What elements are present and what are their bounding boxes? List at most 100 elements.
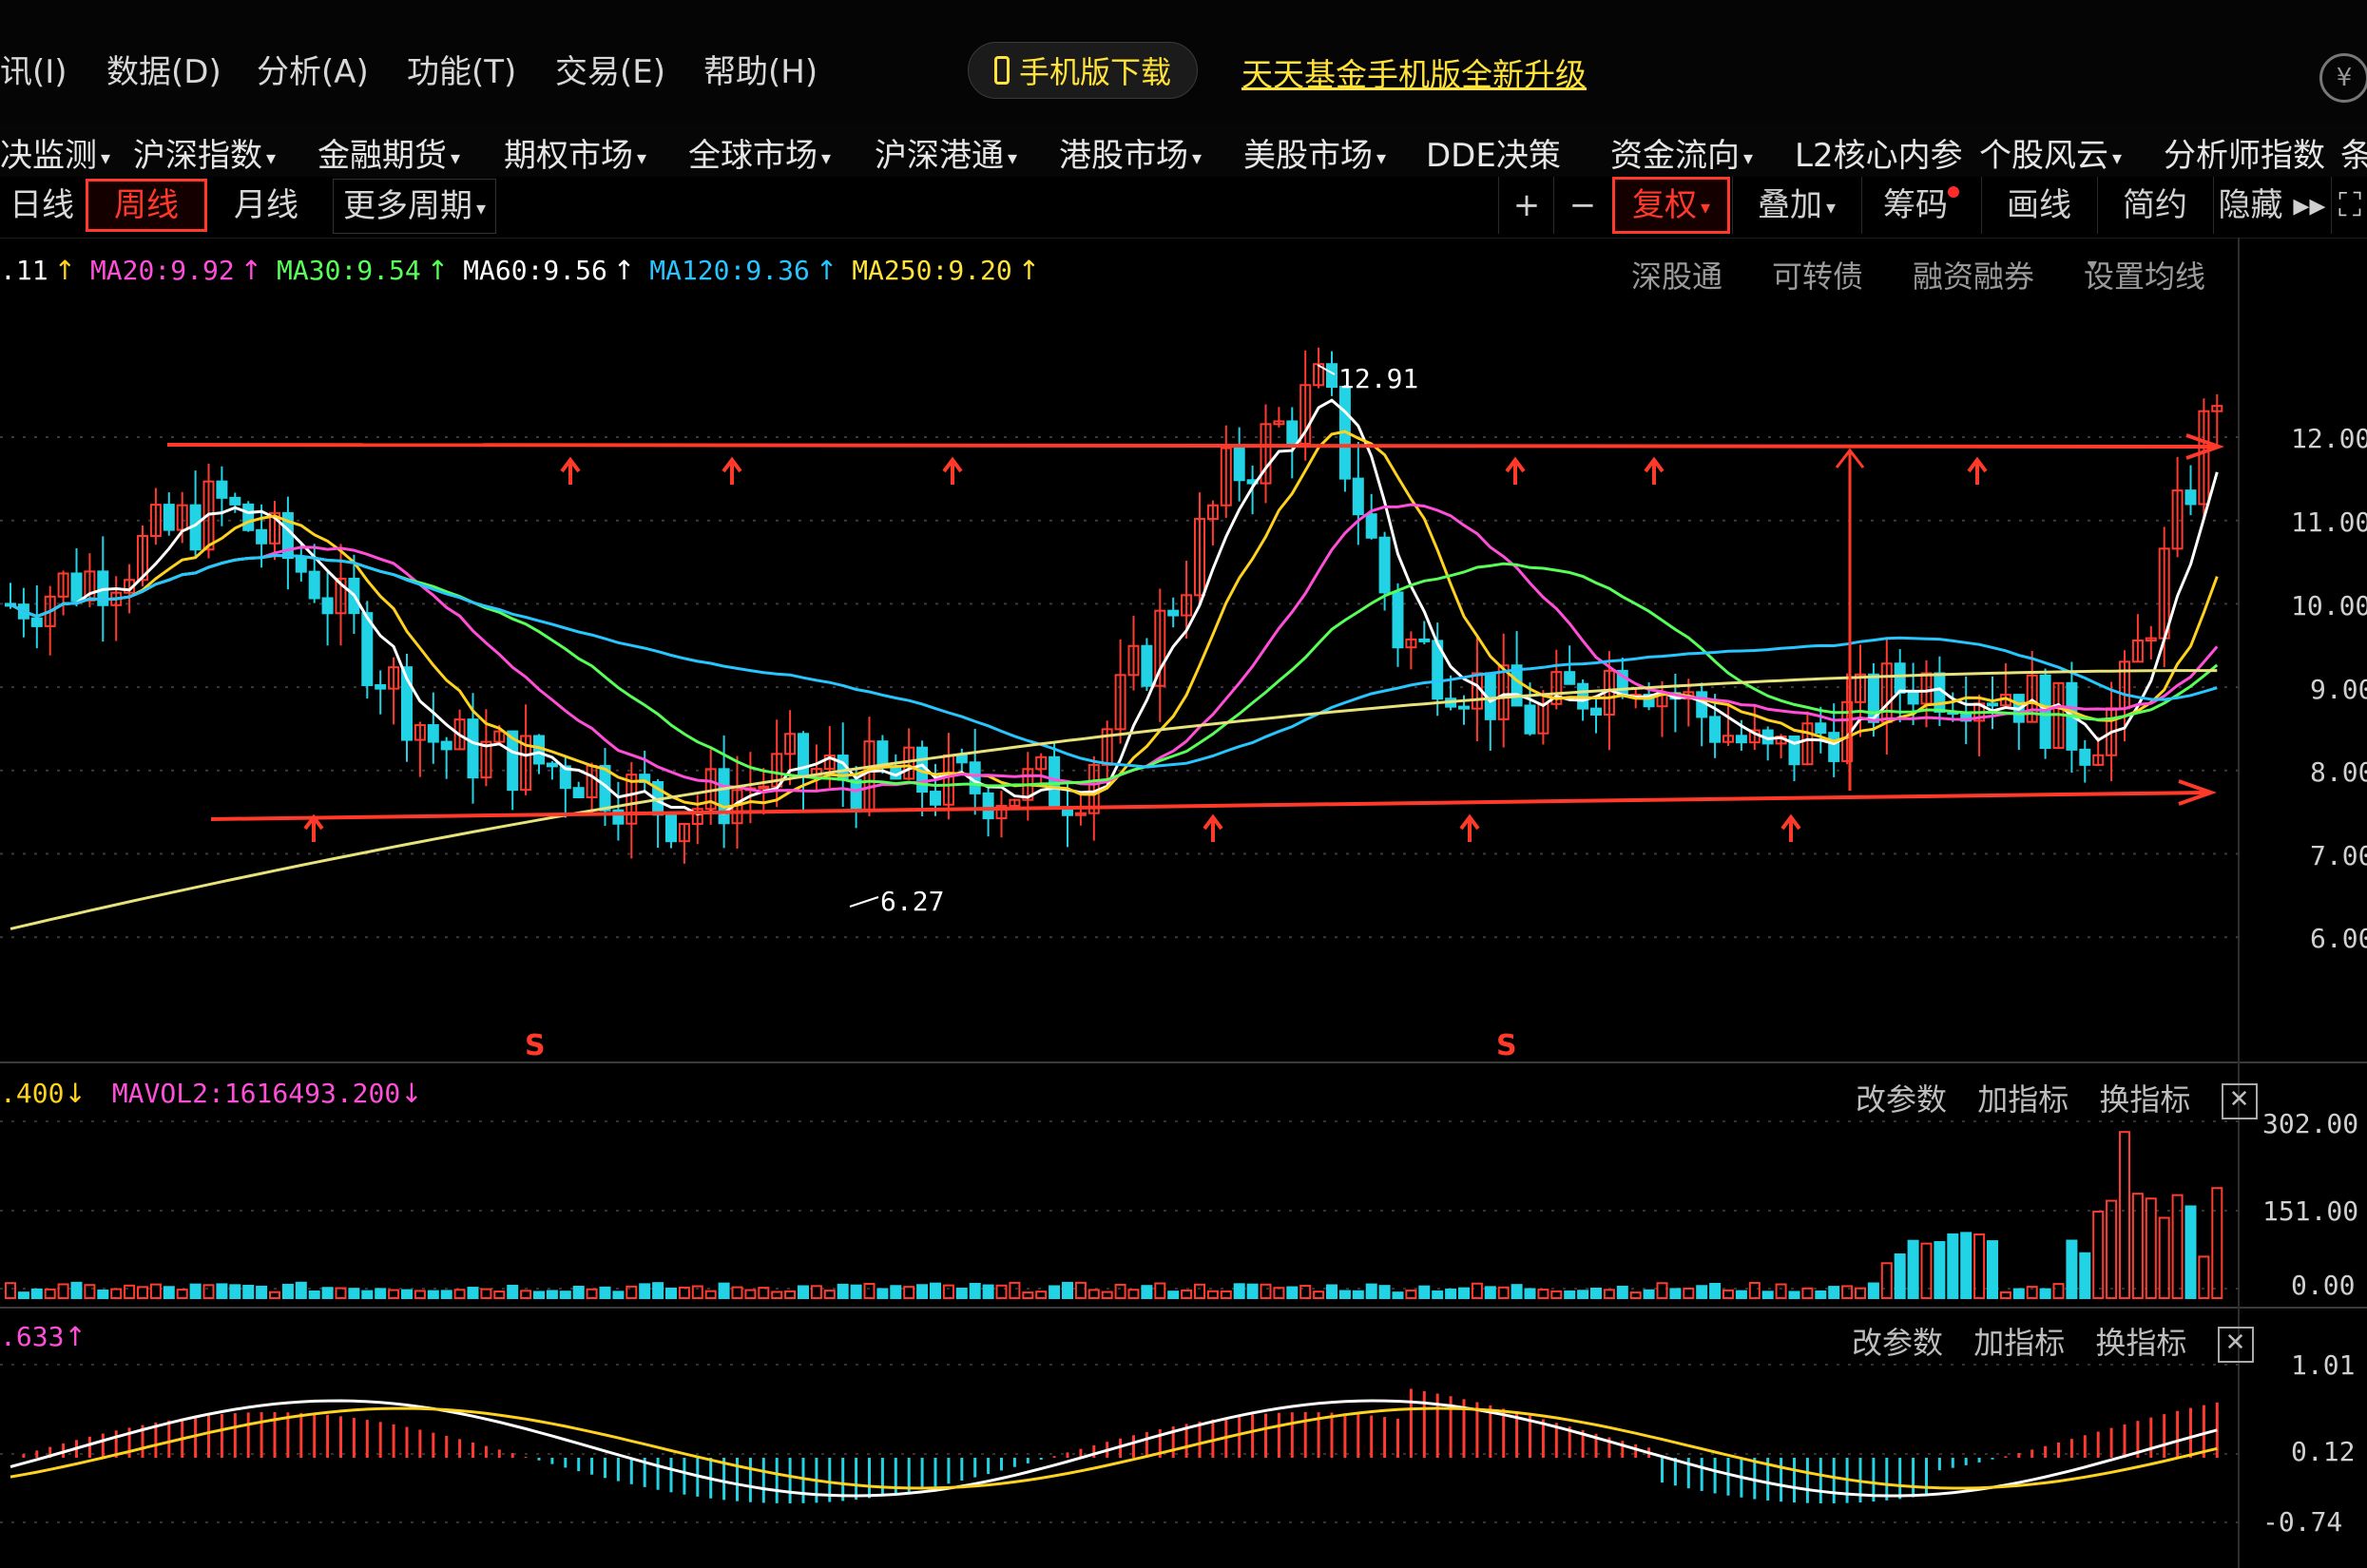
add-indicator-button[interactable]: 加指标: [1977, 1081, 2069, 1118]
volume-bar: [1471, 1282, 1483, 1300]
trend-lines: [166, 364, 2225, 908]
volume-bar: [520, 1290, 532, 1299]
candle-body: [1392, 591, 1404, 649]
candle-body: [256, 528, 268, 545]
candle-body: [295, 557, 307, 573]
candle-body: [242, 503, 255, 531]
volume-bar: [930, 1282, 941, 1300]
edit-params-button[interactable]: 改参数: [1852, 1325, 1943, 1361]
volume-bar: [1114, 1283, 1126, 1300]
candle-body: [1458, 705, 1470, 710]
volume-bar: [731, 1286, 743, 1300]
volume-bar: [44, 1288, 56, 1300]
candle-body: [1167, 609, 1180, 617]
macd-panel-tools: 改参数 加指标 换指标 ✕: [1831, 1319, 2254, 1363]
up-arrow-icon: [722, 456, 742, 485]
volume-bar: [1907, 1239, 1919, 1300]
volume-bar: [2066, 1239, 2078, 1300]
volume-bar: [453, 1289, 466, 1300]
candle-body: [163, 504, 175, 531]
volume-tick: 151.00: [2262, 1195, 2358, 1227]
volume-bar: [1761, 1291, 1774, 1299]
volume-bar: [1009, 1281, 1021, 1299]
volume-bar: [1669, 1288, 1682, 1299]
volume-bar: [704, 1290, 717, 1299]
candle-body: [982, 792, 994, 820]
volume-bar: [942, 1284, 954, 1299]
volume-bar: [1194, 1283, 1205, 1300]
swap-indicator-button[interactable]: 换指标: [2095, 1325, 2186, 1361]
volume-bar: [890, 1285, 902, 1299]
volume-bar: [533, 1291, 545, 1299]
volume-bar: [1141, 1285, 1153, 1299]
close-icon[interactable]: ✕: [2221, 1083, 2258, 1119]
candle-body: [1233, 447, 1245, 482]
volume-bar: [586, 1288, 598, 1299]
candle-body: [758, 785, 770, 790]
candle-body: [427, 724, 439, 743]
high-price-label: 12.91: [1338, 363, 1418, 394]
volume-bar: [863, 1283, 876, 1299]
edit-params-button[interactable]: 改参数: [1856, 1081, 1947, 1118]
down-arrow-icon: ↓: [64, 1078, 87, 1109]
volume-bar: [308, 1290, 320, 1299]
volume-bar: [70, 1281, 83, 1300]
volume-bar: [1445, 1288, 1457, 1299]
volume-bar: [427, 1290, 439, 1299]
volume-bar: [1087, 1289, 1100, 1300]
volume-bar: [1035, 1291, 1048, 1299]
candle-body: [308, 570, 320, 600]
volume-bar: [916, 1284, 929, 1299]
up-arrow-icon: [1780, 813, 1801, 842]
candle-body: [1735, 735, 1747, 744]
volume-bar: [1338, 1290, 1351, 1300]
candle-body: [1987, 702, 1998, 707]
up-arrow-icon: ↑: [64, 1321, 87, 1352]
candle-body: [1894, 662, 1906, 694]
volume-bar: [744, 1289, 757, 1299]
volume-bar: [1233, 1283, 1245, 1299]
add-indicator-button[interactable]: 加指标: [1973, 1325, 2065, 1361]
volume-legend: .400↓ MAVOL2:1616493.200↓: [0, 1078, 423, 1109]
candle-body: [1907, 691, 1919, 705]
volume-bar: [1458, 1287, 1470, 1299]
volume-bar: [30, 1288, 43, 1300]
swap-indicator-button[interactable]: 换指标: [2099, 1081, 2190, 1118]
macd-bars: [10, 1388, 2219, 1503]
volume-bar: [1352, 1290, 1364, 1300]
volume-bar: [480, 1288, 492, 1300]
price-tick: 11.00: [2291, 507, 2367, 538]
candle-body: [665, 813, 677, 843]
close-icon[interactable]: ✕: [2217, 1327, 2254, 1363]
volume-bar: [242, 1284, 255, 1300]
macd-tick: 1.01: [2291, 1349, 2355, 1381]
macd-tick: -0.74: [2262, 1506, 2342, 1538]
volume-bar: [1656, 1282, 1668, 1299]
volume-bar: [388, 1289, 400, 1299]
volume-bar: [1722, 1289, 1734, 1300]
candle-body: [876, 740, 889, 768]
volume-bar: [718, 1282, 730, 1299]
volume-bar: [17, 1291, 29, 1300]
volume-bar: [467, 1287, 479, 1299]
volume-bar: [546, 1290, 558, 1299]
candle-body: [2079, 748, 2091, 766]
volume-bar: [1748, 1281, 1761, 1299]
volume-bar: [995, 1284, 1008, 1299]
s-marker: S: [1496, 1029, 1517, 1062]
volume-bar: [1683, 1287, 1695, 1300]
volume-bar: [1987, 1240, 1998, 1300]
volume-bar: [955, 1288, 968, 1300]
volume-bar: [2145, 1197, 2157, 1299]
up-arrow-icon: [942, 456, 963, 485]
volume-bar: [149, 1283, 162, 1300]
low-pointer: [849, 896, 879, 908]
volume-bar: [1074, 1281, 1087, 1300]
volume-tick: 0.00: [2291, 1270, 2355, 1301]
price-annotations: 12.91 6.27 S S: [525, 363, 1517, 1062]
volume-bar: [1920, 1242, 1933, 1299]
volume-bar: [1564, 1290, 1576, 1299]
candle-body: [1564, 671, 1576, 685]
volume-bar: [1775, 1283, 1787, 1300]
volume-bar: [1894, 1252, 1906, 1300]
